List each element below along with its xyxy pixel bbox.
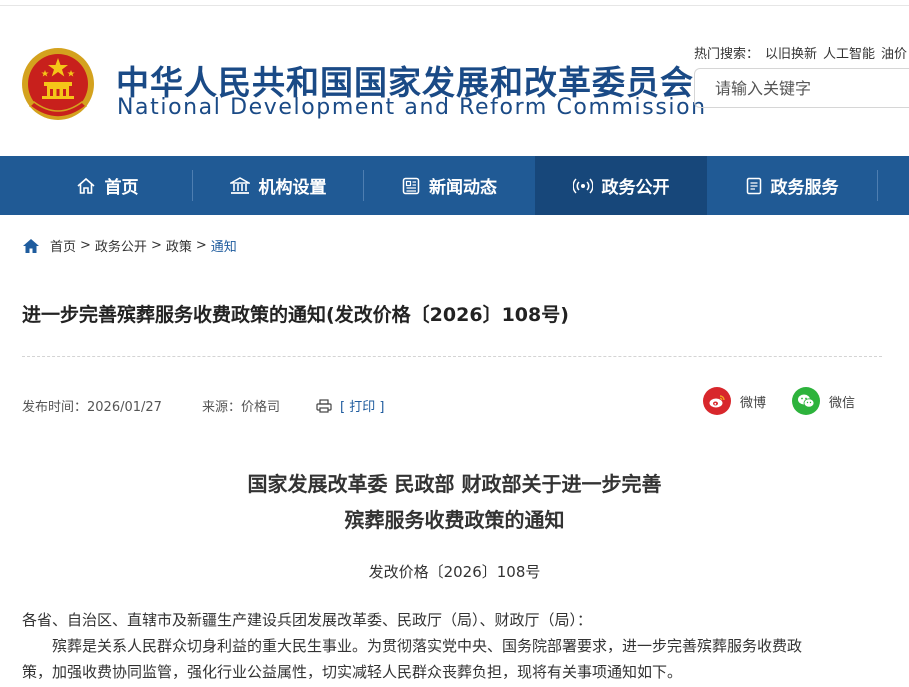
building-icon xyxy=(229,176,250,194)
breadcrumb-home[interactable]: 首页 xyxy=(50,236,76,255)
nav-item-label: 首页 xyxy=(104,178,139,198)
hot-search-term[interactable]: 以旧换新 xyxy=(765,47,817,62)
top-border xyxy=(0,0,909,6)
document-paragraph-line: 策，加强收费协同监管，强化行业公益属性，切实减轻人民群众丧葬负担，现将有关事项通… xyxy=(22,663,683,681)
nav-item-organization[interactable]: 机构设置 xyxy=(193,156,363,215)
weibo-icon xyxy=(703,387,731,415)
breadcrumb-separator: > xyxy=(80,238,91,253)
nav-item-news[interactable]: 新闻动态 xyxy=(364,156,535,215)
national-emblem-icon xyxy=(22,48,94,120)
nav-item-label: 政务服务 xyxy=(770,178,839,198)
article-title: 进一步完善殡葬服务收费政策的通知(发改价格〔2026〕108号) xyxy=(22,304,569,326)
search-box xyxy=(694,68,909,108)
breadcrumb-separator: > xyxy=(195,238,207,253)
breadcrumb-government-affairs[interactable]: 政务公开 xyxy=(95,236,147,255)
share-wechat-button[interactable]: 微信 xyxy=(792,387,855,415)
hot-search-term[interactable]: 油价 xyxy=(881,47,907,62)
breadcrumb-separator: > xyxy=(150,238,162,253)
hot-search-label: 热门搜索： xyxy=(694,47,760,62)
document-paragraph-line: 殡葬是关系人民群众切身利益的重大民生事业。为贯彻落实党中央、国务院部署要求，进一… xyxy=(22,637,803,655)
nav-divider xyxy=(877,170,878,201)
site-title-en: National Development and Reform Commissi… xyxy=(117,95,707,120)
hot-search-term[interactable]: 人工智能 xyxy=(823,47,875,62)
news-icon xyxy=(402,177,420,194)
breadcrumb: 首页 > 政务公开 > 政策 > 通知 xyxy=(22,236,237,255)
document-number: 发改价格〔2026〕108号 xyxy=(368,563,541,581)
nav-item-label: 机构设置 xyxy=(258,178,327,198)
nav-item-government-affairs[interactable]: 政务公开 xyxy=(535,156,707,215)
document-title-line: 殡葬服务收费政策的通知 xyxy=(344,508,565,532)
main-nav: 首页 机构设置 新闻动态 政务公开 政务服务 xyxy=(0,156,909,215)
print-label: [ 打印 ] xyxy=(340,400,385,415)
home-icon xyxy=(23,238,39,253)
nav-item-home[interactable]: 首页 xyxy=(22,156,192,215)
share-wechat-label: 微信 xyxy=(829,395,856,411)
home-icon xyxy=(76,177,95,194)
print-button[interactable]: [ 打印 ] xyxy=(316,396,384,415)
nav-item-label: 政务公开 xyxy=(601,178,670,198)
hot-search: 热门搜索： 以旧换新 人工智能 油价 xyxy=(694,43,909,62)
breadcrumb-current[interactable]: 通知 xyxy=(211,236,237,255)
title-divider xyxy=(22,356,882,357)
search-input[interactable] xyxy=(713,78,907,99)
document-title-line: 国家发展改革委 民政部 财政部关于进一步完善 xyxy=(247,472,662,496)
document-addressee: 各省、自治区、直辖市及新疆生产建设兵团发展改革委、民政厅（局）、财政厅（局）： xyxy=(22,611,593,629)
service-icon xyxy=(746,177,761,194)
nav-item-label: 新闻动态 xyxy=(429,178,497,198)
publish-time: 发布时间：2026/01/27 xyxy=(22,400,162,415)
printer-icon xyxy=(316,398,332,413)
share-weibo-label: 微博 xyxy=(740,395,767,411)
nav-item-services[interactable]: 政务服务 xyxy=(707,156,877,215)
article-source: 来源：价格司 xyxy=(202,400,281,415)
broadcast-icon xyxy=(572,177,593,194)
wechat-icon xyxy=(792,387,820,415)
share-weibo-button[interactable]: 微博 xyxy=(703,387,766,415)
breadcrumb-policy[interactable]: 政策 xyxy=(166,236,192,255)
